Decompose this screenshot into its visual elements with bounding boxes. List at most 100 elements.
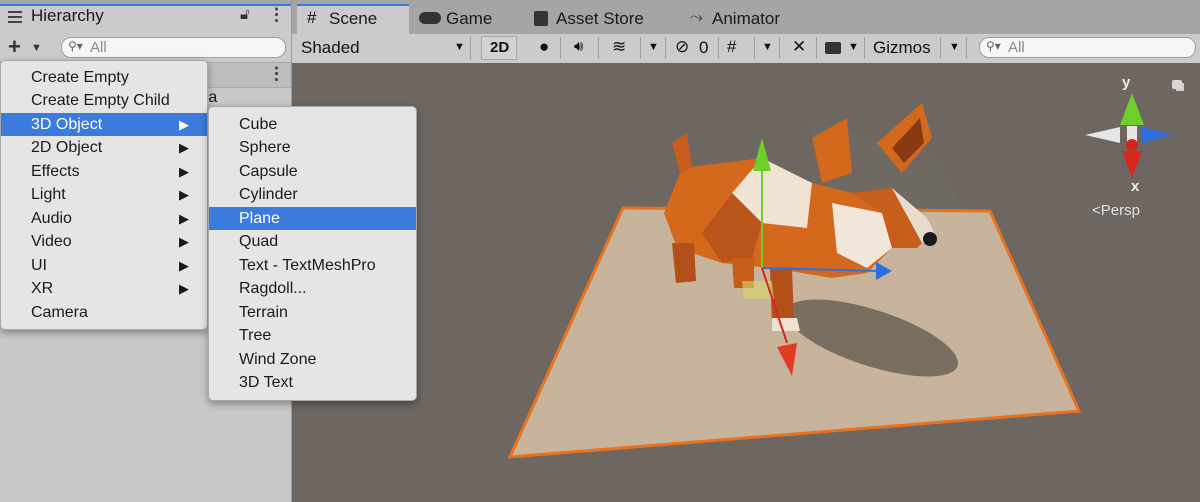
gamepad-icon — [419, 12, 441, 24]
submenu-item-label: 3D Text — [239, 374, 293, 391]
submenu-item-quad[interactable]: Quad — [209, 230, 416, 253]
submenu-item-plane[interactable]: Plane — [209, 207, 416, 230]
submenu-item-tree[interactable]: Tree — [209, 324, 416, 347]
chevron-down-icon: ▼ — [762, 41, 773, 53]
submenu-item-label: Capsule — [239, 163, 298, 180]
chevron-left-icon: < — [1092, 202, 1101, 219]
chevron-down-icon: ▼ — [648, 41, 659, 53]
tab-animator[interactable]: Animator — [712, 9, 780, 29]
tools-icon: ✕ — [792, 37, 807, 56]
menu-item-label: 3D Object — [31, 116, 103, 133]
menu-item-label: Effects — [31, 163, 80, 180]
menu-item-label: Camera — [31, 304, 88, 321]
menu-item-create-empty-child[interactable]: Create Empty Child — [1, 89, 207, 112]
shading-mode-dropdown[interactable]: Shaded ▼ — [296, 36, 471, 60]
submenu-item-label: Text - TextMeshPro — [239, 257, 376, 274]
tab-game[interactable]: Game — [446, 9, 492, 29]
submenu-item-label: Quad — [239, 233, 279, 250]
grid-snap-toggle[interactable]: # — [722, 37, 752, 59]
hidden-objects-toggle[interactable]: ⊘ 0 — [672, 37, 719, 59]
submenu-arrow-icon: ▶ — [179, 164, 189, 179]
gizmos-button[interactable]: Gizmos — [870, 37, 941, 59]
scene-viewport[interactable]: y x <Persp — [292, 63, 1200, 502]
grid-icon: # — [307, 8, 317, 27]
create-add-button[interactable]: + ▼ — [4, 36, 46, 60]
menu-item-label: Create Empty — [31, 69, 129, 86]
menu-item-label: XR — [31, 280, 54, 297]
camera-icon — [825, 42, 841, 54]
layers-effects-icon: ≋ — [612, 37, 627, 56]
chevron-down-icon: ▼ — [31, 42, 42, 54]
submenu-item-label: Sphere — [239, 139, 291, 156]
submenu-item-label: Cylinder — [239, 186, 298, 203]
submenu-arrow-icon: ▶ — [179, 140, 189, 155]
submenu-item-sphere[interactable]: Sphere — [209, 136, 416, 159]
scene-search-input[interactable]: ⚲▾ All — [979, 37, 1196, 58]
2d-toggle-button[interactable]: 2D — [481, 36, 517, 60]
projection-toggle[interactable]: <Persp — [1092, 202, 1140, 219]
menu-item-label: Light — [31, 186, 66, 203]
create-menu: Create Empty Create Empty Child 3D Objec… — [0, 60, 208, 330]
submenu-arrow-icon: ▶ — [179, 117, 189, 132]
menu-item-audio[interactable]: Audio ▶ — [1, 207, 207, 230]
grid-snap-icon: # — [727, 37, 737, 56]
eye-hidden-icon: ⊘ — [675, 37, 690, 56]
tools-toggle-button[interactable]: ✕ — [786, 37, 817, 59]
menu-item-3d-object[interactable]: 3D Object ▶ — [1, 113, 207, 136]
gizmos-label: Gizmos — [873, 38, 931, 57]
search-icon: ⚲▾ — [68, 39, 83, 53]
audio-toggle-button[interactable]: 🔊︎ — [568, 37, 599, 59]
submenu-arrow-icon: ▶ — [179, 211, 189, 226]
menu-item-light[interactable]: Light ▶ — [1, 183, 207, 206]
submenu-item-cylinder[interactable]: Cylinder — [209, 183, 416, 206]
submenu-item-label: Wind Zone — [239, 351, 317, 368]
menu-item-video[interactable]: Video ▶ — [1, 230, 207, 253]
menu-item-xr[interactable]: XR ▶ — [1, 277, 207, 300]
hierarchy-list-icon — [8, 11, 22, 26]
effects-dropdown[interactable]: ▼ — [640, 37, 666, 59]
submenu-item-wind-zone[interactable]: Wind Zone — [209, 348, 416, 371]
submenu-item-label: Ragdoll... — [239, 280, 307, 297]
submenu-item-3d-text[interactable]: 3D Text — [209, 371, 416, 394]
submenu-item-cube[interactable]: Cube — [209, 113, 416, 136]
lock-icon[interactable]: 🔓︎ — [240, 6, 250, 23]
submenu-item-label: Terrain — [239, 304, 288, 321]
more-options-icon[interactable]: ⋮ — [268, 5, 285, 25]
3d-object-submenu: Cube Sphere Capsule Cylinder Plane Quad … — [208, 106, 417, 401]
scene-more-icon[interactable]: ⋮ — [268, 64, 285, 84]
menu-item-label: UI — [31, 257, 47, 274]
menu-item-effects[interactable]: Effects ▶ — [1, 160, 207, 183]
chevron-down-icon: ▼ — [454, 41, 465, 53]
lock-icon[interactable] — [1172, 80, 1182, 89]
submenu-item-label: Tree — [239, 327, 272, 344]
plus-icon: + — [8, 34, 21, 59]
camera-settings-button[interactable]: ▼ — [822, 37, 865, 59]
gizmo-x-label: x — [1131, 178, 1140, 195]
menu-item-label: 2D Object — [31, 139, 103, 156]
menu-item-camera[interactable]: Camera — [1, 301, 207, 324]
submenu-item-text-textmeshpro[interactable]: Text - TextMeshPro — [209, 254, 416, 277]
menu-item-2d-object[interactable]: 2D Object ▶ — [1, 136, 207, 159]
speaker-icon: 🔊︎ — [574, 38, 584, 55]
tab-scene-label: Scene — [329, 9, 378, 28]
menu-item-ui[interactable]: UI ▶ — [1, 254, 207, 277]
tab-asset-store[interactable]: Asset Store — [556, 9, 644, 29]
chevron-down-icon: ▼ — [949, 41, 960, 53]
menu-item-label: Create Empty Child — [31, 92, 170, 109]
animator-icon: ⤳ — [690, 9, 703, 26]
submenu-item-ragdoll[interactable]: Ragdoll... — [209, 277, 416, 300]
effects-toggle-button[interactable]: ≋ — [607, 37, 637, 59]
light-bulb-icon: ● — [539, 37, 550, 56]
gizmos-dropdown[interactable]: ▼ — [942, 37, 967, 59]
hierarchy-search-input[interactable]: ⚲▾ All — [61, 37, 286, 58]
submenu-item-label: Plane — [239, 210, 280, 227]
grid-snap-dropdown[interactable]: ▼ — [754, 37, 780, 59]
menu-item-label: Audio — [31, 210, 72, 227]
lighting-toggle-button[interactable]: ● — [530, 37, 561, 59]
hierarchy-title: Hierarchy — [31, 6, 104, 25]
hidden-count: 0 — [699, 38, 709, 57]
submenu-arrow-icon: ▶ — [179, 281, 189, 296]
menu-item-create-empty[interactable]: Create Empty — [1, 66, 207, 89]
submenu-item-capsule[interactable]: Capsule — [209, 160, 416, 183]
submenu-item-terrain[interactable]: Terrain — [209, 301, 416, 324]
